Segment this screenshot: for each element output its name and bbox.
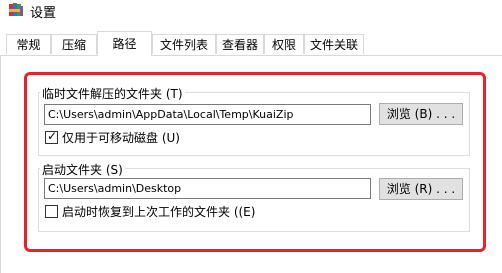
tab-file-list[interactable]: 文件列表 [152, 34, 216, 54]
tab-permissions[interactable]: 权限 [264, 34, 304, 54]
tab-paths[interactable]: 路径 [97, 31, 152, 56]
window-title: 设置 [30, 6, 57, 21]
highlight-annotation-box [24, 72, 486, 252]
winrar-books-icon [9, 3, 23, 16]
tab-compression[interactable]: 压缩 [51, 34, 97, 54]
title-bar: 设置 [0, 0, 502, 30]
tab-strip: 常规 压缩 路径 文件列表 查看器 权限 文件关联 [0, 30, 502, 56]
tab-viewer[interactable]: 查看器 [216, 34, 264, 54]
tab-file-association[interactable]: 文件关联 [304, 34, 364, 54]
tab-general[interactable]: 常规 [6, 34, 51, 54]
